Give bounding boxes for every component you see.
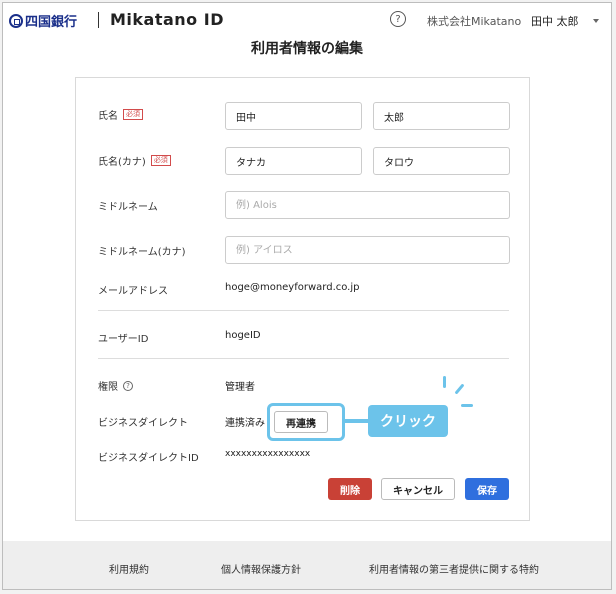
annotation-connector <box>345 419 369 423</box>
delete-button[interactable]: 削除 <box>328 478 372 500</box>
save-button[interactable]: 保存 <box>465 478 509 500</box>
email-value: hoge@moneyforward.co.jp <box>225 282 360 293</box>
company-name: 株式会社Mikatano <box>427 15 522 28</box>
user-id-label: ユーザーID <box>98 334 149 345</box>
last-name-input[interactable] <box>225 102 362 130</box>
name-label: 氏名 必須 <box>98 107 143 122</box>
footer: 利用規約 個人情報保護方針 利用者情報の第三者提供に関する特約 <box>3 541 611 589</box>
role-label-text: 権限 <box>98 382 118 393</box>
divider <box>98 310 509 311</box>
question-icon[interactable]: ? <box>123 380 133 391</box>
user-id-value: hogeID <box>225 330 261 341</box>
role-label: 権限 ? <box>98 378 133 393</box>
cancel-button[interactable]: キャンセル <box>381 478 455 500</box>
app-frame: 四国銀行 Mikatano ID ? 株式会社Mikatano 田中 太郎 利用… <box>2 2 612 590</box>
annotation-spark <box>454 383 465 395</box>
page-title: 利用者情報の編集 <box>251 41 363 57</box>
bizdirect-label: ビジネスダイレクト <box>98 418 188 429</box>
middle-name-kana-label: ミドルネーム(カナ) <box>98 247 186 258</box>
brand-logo[interactable]: Mikatano ID <box>110 10 224 29</box>
header: 四国銀行 Mikatano ID ? 株式会社Mikatano 田中 太郎 <box>3 3 611 37</box>
required-badge: 必須 <box>150 155 171 166</box>
bank-logo[interactable]: 四国銀行 <box>9 11 77 30</box>
first-name-kana-input[interactable] <box>373 147 510 175</box>
edit-form-card: 氏名 必須 氏名(カナ) 必須 ミドルネーム ミドルネーム(カナ) メールアドレ… <box>75 77 530 521</box>
bank-emblem-icon <box>9 13 23 28</box>
chevron-down-icon[interactable] <box>593 19 599 23</box>
email-label: メールアドレス <box>98 286 168 297</box>
annotation-spark <box>461 404 473 407</box>
header-divider <box>98 12 99 28</box>
middle-name-input[interactable] <box>225 191 510 219</box>
bizdirect-status: 連携済み <box>225 418 265 429</box>
name-kana-label-text: 氏名(カナ) <box>98 157 146 168</box>
help-icon[interactable]: ? <box>390 11 406 27</box>
click-annotation: クリック <box>368 405 448 437</box>
name-kana-label: 氏名(カナ) 必須 <box>98 153 171 168</box>
user-menu[interactable]: 田中 太郎 <box>531 13 579 29</box>
bizdirect-id-value: xxxxxxxxxxxxxxxx <box>225 449 311 459</box>
required-badge: 必須 <box>123 109 143 120</box>
third-party-link[interactable]: 利用者情報の第三者提供に関する特約 <box>369 561 539 576</box>
last-name-kana-input[interactable] <box>225 147 362 175</box>
name-label-text: 氏名 <box>98 111 118 122</box>
reconnect-button[interactable]: 再連携 <box>274 411 328 433</box>
bizdirect-id-label: ビジネスダイレクトID <box>98 453 199 464</box>
terms-link[interactable]: 利用規約 <box>109 561 149 576</box>
divider <box>98 358 509 359</box>
middle-name-label: ミドルネーム <box>98 202 158 213</box>
bank-name: 四国銀行 <box>25 15 78 30</box>
middle-name-kana-input[interactable] <box>225 236 510 264</box>
role-value: 管理者 <box>225 382 255 393</box>
annotation-spark <box>443 376 446 388</box>
first-name-input[interactable] <box>373 102 510 130</box>
privacy-link[interactable]: 個人情報保護方針 <box>221 561 301 576</box>
